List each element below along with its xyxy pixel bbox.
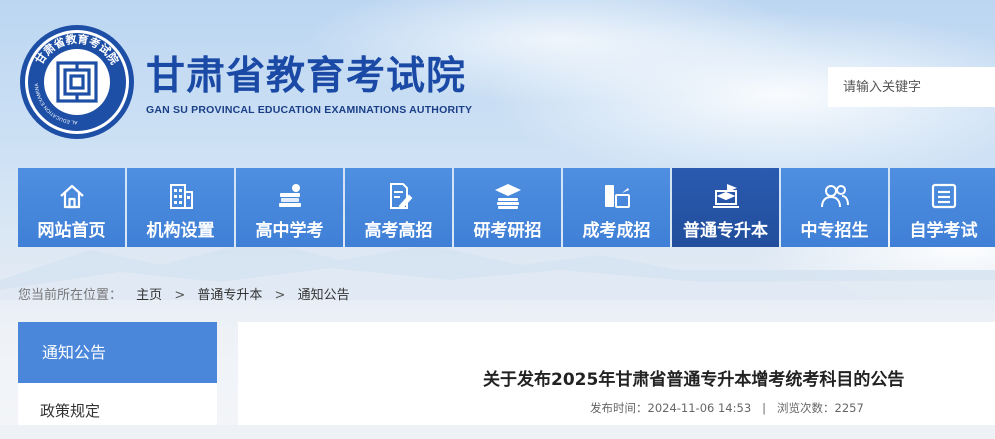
nav-label: 高中学考 <box>255 221 324 241</box>
nav-label: 成考成招 <box>582 221 651 241</box>
publish-label: 发布时间： <box>590 401 648 415</box>
views-count: 2257 <box>834 401 864 415</box>
graduation-books-icon <box>454 181 561 211</box>
home-icon <box>18 181 125 211</box>
breadcrumb-home-link[interactable]: 主页 <box>136 288 162 303</box>
nav-item-vocational[interactable]: 中专招生 <box>781 168 888 247</box>
nav-label: 机构设置 <box>146 221 215 241</box>
breadcrumb-label: 您当前所在位置： <box>18 288 123 303</box>
users-icon <box>781 181 888 211</box>
site-subtitle: GAN SU PROVINCAL EDUCATION EXAMINATIONS … <box>146 104 473 116</box>
views-label: 浏览次数： <box>777 401 835 415</box>
search-input[interactable] <box>828 67 995 107</box>
document-pen-icon <box>345 181 452 211</box>
building-icon <box>127 181 234 211</box>
nav-label: 普通专升本 <box>683 221 768 241</box>
nav-label: 网站首页 <box>37 221 106 241</box>
authority-logo: 甘肃省教育考试院 GANSU PROVINCIAL EDUCATION EXAM… <box>18 23 134 139</box>
site-title: 甘肃省教育考试院 <box>146 54 467 99</box>
list-icon <box>890 181 995 211</box>
nav-item-gaokao[interactable]: 高考高招 <box>345 168 452 247</box>
meta-separator: | <box>762 401 767 415</box>
nav-item-self-study[interactable]: 自学考试 <box>890 168 995 247</box>
nav-item-upgrade-bachelor[interactable]: 普通专升本 <box>672 168 779 247</box>
sidebar: 通知公告 政策规定 <box>18 322 217 425</box>
article-meta: 发布时间：2024-11-06 14:53 | 浏览次数：2257 <box>590 400 864 416</box>
nav-item-home[interactable]: 网站首页 <box>18 168 125 247</box>
breadcrumb: 您当前所在位置： 主页 > 普通专升本 > 通知公告 <box>18 284 350 303</box>
sidebar-item-policies[interactable]: 政策规定 <box>18 383 217 425</box>
books-icon <box>236 181 343 211</box>
breadcrumb-section-link[interactable]: 普通专升本 <box>197 288 262 303</box>
nav-label: 中专招生 <box>800 221 869 241</box>
breadcrumb-current[interactable]: 通知公告 <box>298 288 350 303</box>
article-panel: 关于发布2025年甘肃省普通专升本增考统考科目的公告 发布时间：2024-11-… <box>238 322 995 425</box>
article-title: 关于发布2025年甘肃省普通专升本增考统考科目的公告 <box>483 370 905 390</box>
nav-item-postgraduate[interactable]: 研考研招 <box>454 168 561 247</box>
book-desk-icon <box>563 181 670 211</box>
nav-item-high-school-exam[interactable]: 高中学考 <box>236 168 343 247</box>
laptop-cap-icon <box>672 181 779 211</box>
breadcrumb-separator: > <box>274 288 286 303</box>
nav-label: 研考研招 <box>473 221 542 241</box>
main-nav: 网站首页 机构设置 高中学考 高考高招 研考研招 成考成招 普通专升本 中专招生… <box>18 168 995 247</box>
publish-time: 2024-11-06 14:53 <box>647 401 752 415</box>
nav-label: 自学考试 <box>909 221 978 241</box>
sidebar-item-notices[interactable]: 通知公告 <box>18 322 217 383</box>
nav-label: 高考高招 <box>364 221 433 241</box>
nav-item-adult-exam[interactable]: 成考成招 <box>563 168 670 247</box>
nav-item-organization[interactable]: 机构设置 <box>127 168 234 247</box>
breadcrumb-separator: > <box>174 288 186 303</box>
